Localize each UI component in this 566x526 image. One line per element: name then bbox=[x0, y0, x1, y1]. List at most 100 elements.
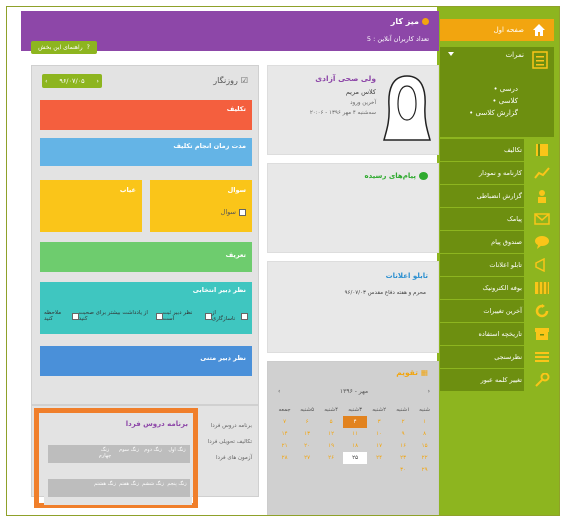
grades-sub-item[interactable]: گزارش کلاسی bbox=[469, 107, 519, 119]
calendar-day[interactable]: ۲۸ bbox=[274, 452, 295, 464]
week-row: ۱۵ ۱۶ ۱۷ ۱۸ ۱۹ ۲۰ ۲۱ bbox=[274, 440, 434, 452]
calendar-day[interactable]: ۵ bbox=[319, 416, 343, 428]
calendar-day[interactable]: ۱۹ bbox=[319, 440, 343, 452]
schedule-panel: برنامه دروس فردا تکالیف تحویلی فردا آزمو… bbox=[31, 405, 259, 508]
calendar-day[interactable]: ۱۴ bbox=[274, 428, 295, 440]
mail-icon bbox=[534, 213, 550, 225]
calendar-day-empty bbox=[274, 464, 295, 476]
sidebar-item-home[interactable]: صفحه اول bbox=[440, 19, 554, 41]
calendar-day[interactable]: ۱۸ bbox=[343, 440, 367, 452]
period-cell: زنگ ششم bbox=[142, 481, 164, 487]
period-cell: زنگ چهارم bbox=[98, 447, 112, 459]
deadline-label: مدت زمان انجام تکلیف bbox=[173, 142, 246, 150]
week-row: ۲۲ ۲۳ ۲۴ ۲۵ ۲۶ ۲۷ ۲۸ bbox=[274, 452, 434, 464]
calendar-day[interactable]: ۱۱ bbox=[343, 428, 367, 440]
calendar-day[interactable]: ۳ bbox=[367, 416, 391, 428]
diary-panel: روزنگار ☑ ‹ ۹۶/۰۷/۰۵ › تکلیف مدت زمان انج… bbox=[31, 65, 259, 405]
week-row: ۱ ۲ ۳ ۴ ۵ ۶ ۷ bbox=[274, 416, 434, 428]
deadline-section[interactable]: مدت زمان انجام تکلیف bbox=[40, 138, 252, 166]
sidebar-item-buffet[interactable]: بوفه الکترونیک bbox=[440, 277, 556, 299]
opinion-option[interactable]: ملاحظه کنید bbox=[44, 310, 79, 322]
sidebar-item-changes[interactable]: آخرین تغییرات bbox=[440, 300, 556, 322]
schedule-link[interactable]: آزمون های فردا bbox=[208, 450, 252, 466]
messages-title[interactable]: پیام‌های رسیده bbox=[364, 172, 428, 180]
last-login-date: سه‌شنبه ۴ مهر ۱۳۹۶ - ۲۰:۰۶ bbox=[309, 110, 376, 116]
sidebar-item-history[interactable]: تاریخچه استفاده bbox=[440, 323, 556, 345]
calendar-day[interactable]: ۲۶ bbox=[319, 452, 343, 464]
calendar-day[interactable]: ۹ bbox=[391, 428, 415, 440]
calendar-day[interactable]: ۲۰ bbox=[295, 440, 319, 452]
sidebar-item-board[interactable]: تابلو اعلانات bbox=[440, 254, 556, 276]
sidebar-item-discipline[interactable]: گزارش انضباطی bbox=[440, 185, 556, 207]
sidebar-item-label: صندوق پیام bbox=[491, 238, 522, 246]
sidebar-item-sms[interactable]: پیامک bbox=[440, 208, 556, 230]
next-month-button[interactable]: › bbox=[428, 388, 430, 395]
board-item[interactable]: محرم و هفته دفاع مقدس ۹۶/۰۷/۰۳ bbox=[345, 290, 426, 296]
question-label: سوال bbox=[227, 186, 246, 194]
sidebar-item-reportcard[interactable]: کارنامه و نمودار bbox=[440, 162, 556, 184]
prev-month-button[interactable]: ‹ bbox=[278, 388, 280, 395]
calendar-day[interactable]: ۱۷ bbox=[367, 440, 391, 452]
calendar-day[interactable]: ۷ bbox=[274, 416, 295, 428]
chevron-down-icon bbox=[448, 52, 454, 56]
weekday: ۵شنبه bbox=[300, 407, 315, 413]
absence-section[interactable]: غیاب bbox=[40, 180, 142, 232]
homework-section[interactable]: تکلیف bbox=[40, 100, 252, 130]
calendar-day[interactable]: ۲۲ bbox=[415, 452, 434, 464]
calendar-day[interactable]: ۲۳ bbox=[391, 452, 415, 464]
calendar-day[interactable]: ۲۹ bbox=[415, 464, 434, 476]
megaphone-icon bbox=[535, 258, 545, 272]
calendar-day-empty bbox=[343, 464, 367, 476]
calendar-day[interactable]: ۱ bbox=[415, 416, 434, 428]
sidebar: صفحه اول نمرات درسی کلاسی گزارش کلاسی تک… bbox=[437, 7, 559, 515]
calendar-day-selected[interactable]: ۲۵ bbox=[343, 452, 368, 464]
calendar-day[interactable]: ۱۲ bbox=[319, 428, 343, 440]
period-cell: زنگ اول bbox=[168, 447, 186, 453]
next-date-button[interactable]: › bbox=[96, 77, 99, 85]
calendar-day[interactable]: ۲۱ bbox=[274, 440, 295, 452]
period-cell: زنگ دوم bbox=[144, 447, 162, 453]
sidebar-item-inbox[interactable]: صندوق پیام bbox=[440, 231, 556, 253]
schedule-link[interactable]: برنامه دروس فردا bbox=[208, 418, 252, 434]
question-checkbox[interactable]: سوال bbox=[221, 208, 246, 216]
grades-label: نمرات bbox=[505, 51, 524, 59]
schedule-row: زنگ پنجم زنگ ششم زنگ هفتم زنگ هشتم bbox=[48, 479, 190, 497]
sidebar-home-label: صفحه اول bbox=[493, 26, 524, 34]
calendar-day[interactable]: ۲ bbox=[391, 416, 415, 428]
key-icon bbox=[535, 373, 550, 387]
calendar-day-empty bbox=[367, 464, 391, 476]
intro-section[interactable]: تعریف bbox=[40, 242, 252, 272]
sidebar-item-label: تغییر کلمه عبور bbox=[480, 376, 522, 384]
opinion-option[interactable]: از ناسازگاری bbox=[212, 310, 248, 322]
calendar-day[interactable]: ۱۵ bbox=[415, 440, 434, 452]
opinion-option[interactable]: از یادداشت بیشتر برای صحبت کنید bbox=[79, 310, 163, 322]
calendar-day[interactable]: ۶ bbox=[295, 416, 319, 428]
schedule-link[interactable]: تکالیف تحویلی فردا bbox=[208, 434, 252, 450]
date-picker[interactable]: ‹ ۹۶/۰۷/۰۵ › bbox=[42, 74, 102, 88]
calendar-day[interactable]: ۳۰ bbox=[391, 464, 415, 476]
sidebar-item-label: آخرین تغییرات bbox=[483, 307, 522, 315]
prev-date-button[interactable]: ‹ bbox=[45, 77, 48, 85]
guide-button[interactable]: راهنمای این بخش? bbox=[31, 41, 97, 54]
text-opinion-section[interactable]: نظر دبیر متنی bbox=[40, 346, 252, 376]
calendar-day[interactable]: ۸ bbox=[415, 428, 434, 440]
calendar-day[interactable]: ۱۶ bbox=[391, 440, 415, 452]
calendar-day[interactable]: ۲۷ bbox=[295, 452, 319, 464]
sidebar-item-homework[interactable]: تکالیف bbox=[440, 139, 556, 161]
refresh-icon bbox=[535, 304, 549, 318]
calendar-day[interactable]: ۱۰ bbox=[367, 428, 391, 440]
sidebar-item-password[interactable]: تغییر کلمه عبور bbox=[440, 369, 556, 391]
calendar-day[interactable]: ۱۳ bbox=[295, 428, 319, 440]
calendar-title: تقویم ▦ bbox=[396, 368, 428, 377]
calendar-day[interactable]: ۲۴ bbox=[367, 452, 391, 464]
page-title: میز کار bbox=[391, 17, 429, 26]
question-section[interactable]: سوال سوال bbox=[150, 180, 252, 232]
calendar-day-today[interactable]: ۴ bbox=[343, 416, 368, 428]
opinion-option[interactable]: نظر دبیر ثبت است bbox=[163, 310, 212, 322]
grades-sub-item[interactable]: درسی bbox=[469, 83, 518, 95]
app-frame: صفحه اول نمرات درسی کلاسی گزارش کلاسی تک… bbox=[6, 6, 560, 516]
sidebar-item-survey[interactable]: نظرسنجی bbox=[440, 346, 556, 368]
board-title[interactable]: تابلو اعلانات bbox=[386, 272, 428, 280]
grades-sub-item[interactable]: کلاسی bbox=[469, 95, 518, 107]
opinion-section: نظر دبیر انتخابی ملاحظه کنید از یادداشت … bbox=[40, 282, 252, 334]
